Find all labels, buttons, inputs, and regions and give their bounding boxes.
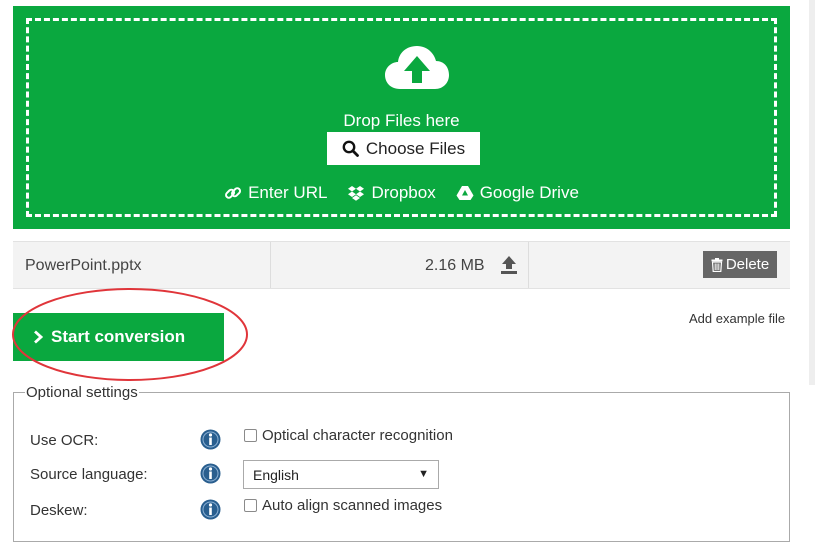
- dropbox-link[interactable]: Dropbox: [347, 183, 436, 203]
- setting-row-deskew: Deskew: Auto align scanned images: [14, 496, 789, 526]
- dropbox-icon: [348, 185, 365, 201]
- file-drop-zone[interactable]: Drop Files here Choose Files Enter URL D…: [13, 6, 790, 229]
- upload-icon: [501, 256, 517, 274]
- choose-files-label: Choose Files: [365, 138, 466, 158]
- deskew-label: Deskew:: [30, 502, 88, 519]
- search-icon: [342, 140, 359, 157]
- deskew-checkbox[interactable]: [244, 499, 257, 512]
- google-drive-label: Google Drive: [479, 183, 579, 202]
- drop-zone-border: Drop Files here Choose Files Enter URL D…: [26, 18, 777, 217]
- info-icon[interactable]: [200, 499, 221, 520]
- google-drive-icon: [456, 186, 474, 200]
- ocr-checkbox[interactable]: [244, 429, 257, 442]
- link-icon: [225, 187, 242, 199]
- file-list-row: PowerPoint.pptx 2.16 MB Delete: [13, 241, 790, 289]
- source-language-value: English: [253, 466, 299, 483]
- source-language-select[interactable]: English ▼: [243, 460, 439, 489]
- enter-url-label: Enter URL: [248, 183, 328, 202]
- setting-row-language: Source language: English ▼: [14, 460, 789, 490]
- trash-icon: [711, 257, 723, 272]
- chevron-right-icon: [34, 330, 43, 344]
- google-drive-link[interactable]: Google Drive: [456, 183, 579, 203]
- column-divider: [528, 242, 529, 288]
- delete-file-button[interactable]: Delete: [703, 251, 777, 278]
- setting-row-ocr: Use OCR: Optical character recognition: [14, 426, 789, 456]
- use-ocr-label: Use OCR:: [30, 432, 99, 449]
- deskew-checkbox-label[interactable]: Auto align scanned images: [262, 497, 442, 514]
- info-icon[interactable]: [200, 463, 221, 484]
- start-conversion-button[interactable]: Start conversion: [13, 313, 224, 361]
- ocr-checkbox-label[interactable]: Optical character recognition: [262, 427, 453, 444]
- add-example-file-link[interactable]: Add example file: [689, 311, 785, 326]
- file-size: 2.16 MB: [425, 257, 485, 274]
- source-language-label: Source language:: [30, 466, 148, 483]
- upload-sources: Enter URL Dropbox Google Drive: [29, 183, 774, 203]
- dropdown-arrow-icon: ▼: [418, 468, 429, 480]
- enter-url-link[interactable]: Enter URL: [224, 183, 327, 203]
- column-divider: [270, 242, 271, 288]
- dropbox-label: Dropbox: [371, 183, 436, 202]
- start-conversion-label: Start conversion: [51, 327, 186, 346]
- delete-label: Delete: [725, 256, 770, 273]
- scrollbar-track[interactable]: [809, 0, 815, 385]
- optional-settings-legend: Optional settings: [25, 384, 139, 401]
- cloud-upload-icon: [385, 46, 449, 89]
- file-name: PowerPoint.pptx: [25, 257, 142, 274]
- drop-files-text: Drop Files here: [343, 111, 460, 130]
- info-icon[interactable]: [200, 429, 221, 450]
- optional-settings-panel: Optional settings Use OCR: Optical chara…: [13, 384, 790, 542]
- choose-files-button[interactable]: Choose Files: [327, 132, 480, 165]
